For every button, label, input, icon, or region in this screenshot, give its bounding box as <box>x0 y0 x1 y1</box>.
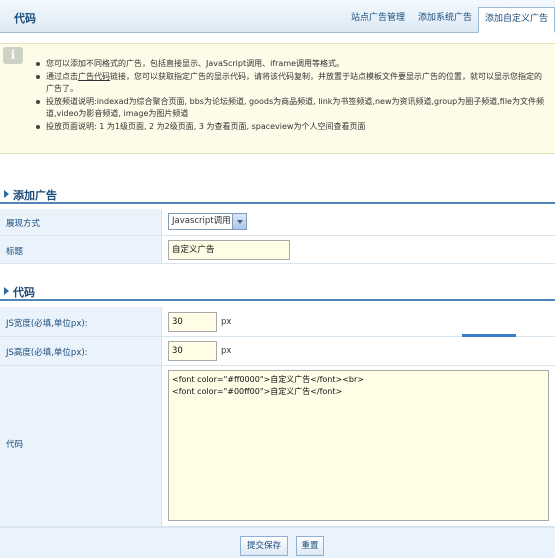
chevron-down-icon[interactable] <box>232 214 246 229</box>
page-header: 代码 站点广告管理 添加系统广告 添加自定义广告 <box>0 0 555 33</box>
info-text: 通过点击 <box>46 71 78 81</box>
display-mode-select[interactable]: Javascript调用 <box>168 213 247 230</box>
section-code: 代码 <box>0 282 555 301</box>
info-icon: i <box>3 47 23 64</box>
section-arrow-icon <box>4 287 9 295</box>
js-height-unit: px <box>221 346 232 356</box>
js-width-input[interactable]: 30 <box>168 312 217 332</box>
reset-button[interactable]: 重置 <box>296 536 324 556</box>
info-item: 您可以添加不同格式的广告，包括直接显示、JavaScript调用、iframe调… <box>36 58 548 71</box>
info-item: 通过点击广告代码链接，您可以获取指定广告的显示代码，请将该代码复制，并放置于站点… <box>36 71 548 96</box>
field-label: JS宽度(必填,单位px): <box>0 307 162 336</box>
tab-site-ad-manage[interactable]: 站点广告管理 <box>344 7 411 33</box>
submit-save-button[interactable]: 提交保存 <box>240 536 288 556</box>
page-title: 代码 <box>14 12 36 25</box>
section-arrow-icon <box>4 190 9 198</box>
row-js-height: JS高度(必填,单位px): 30 px <box>0 337 555 366</box>
code-line: <font color="#00ff00">自定义广告</font> <box>172 387 343 396</box>
display-mode-value: Javascript调用 <box>172 216 231 226</box>
section-title: 代码 <box>13 286 35 299</box>
section-add-ad: 添加广告 <box>0 185 555 204</box>
title-input[interactable]: 自定义广告 <box>168 240 290 260</box>
tab-add-custom-ad[interactable]: 添加自定义广告 <box>477 7 555 33</box>
info-item: 投放频道说明:indexad为综合聚合页面, bbs为论坛频道, goods为商… <box>36 96 548 121</box>
info-text: 链接，您可以获取指定广告的显示代码，请将该代码复制，并放置于站点模板文件要显示广… <box>46 71 542 94</box>
info-list: 您可以添加不同格式的广告，包括直接显示、JavaScript调用、iframe调… <box>36 58 548 133</box>
field-label: 代码 <box>0 366 162 526</box>
field-label: 展现方式 <box>0 209 162 235</box>
field-label: JS高度(必填,单位px): <box>0 337 162 365</box>
field-label: 标题 <box>0 236 162 263</box>
tab-add-system-ad[interactable]: 添加系统广告 <box>411 7 478 33</box>
ad-code-link[interactable]: 广告代码 <box>78 72 110 81</box>
row-title: 标题 自定义广告 <box>0 236 555 264</box>
form-actions: 提交保存 重置 <box>0 527 555 558</box>
info-box: i 您可以添加不同格式的广告，包括直接显示、JavaScript调用、ifram… <box>0 43 555 154</box>
code-textarea[interactable]: <font color="#ff0000">自定义广告</font><br> <… <box>168 370 549 521</box>
row-js-width: JS宽度(必填,单位px): 30 px <box>0 307 555 337</box>
display-mode-label: 展现方式 <box>6 219 41 229</box>
title-label: 标题 <box>6 247 24 257</box>
js-height-label: JS高度(必填,单位px): <box>6 348 88 358</box>
js-width-unit: px <box>221 317 232 327</box>
info-item: 投放页面说明: 1 为1级页面, 2 为2级页面, 3 为查看页面, space… <box>36 121 548 134</box>
tab-bar: 站点广告管理 添加系统广告 添加自定义广告 <box>344 7 555 33</box>
row-display-mode: 展现方式 Javascript调用 <box>0 209 555 236</box>
js-height-input[interactable]: 30 <box>168 341 217 361</box>
code-label: 代码 <box>6 440 24 450</box>
js-width-label: JS宽度(必填,单位px): <box>6 319 88 329</box>
section-title: 添加广告 <box>13 189 57 202</box>
code-line: <font color="#ff0000">自定义广告</font><br> <box>172 375 364 384</box>
